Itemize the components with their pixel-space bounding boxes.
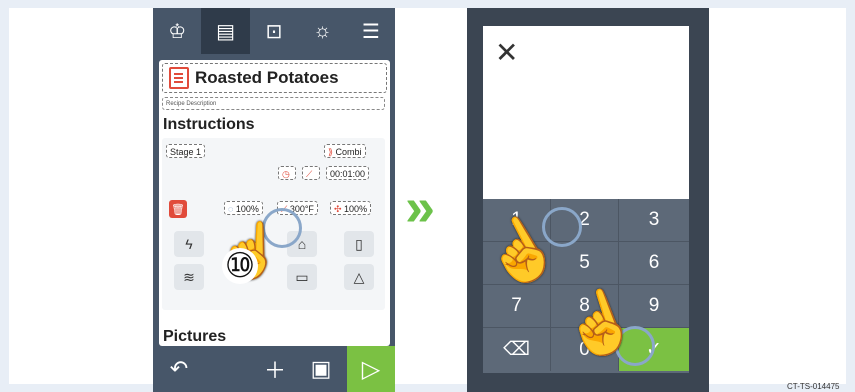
- combi-icon: ⟫: [328, 147, 336, 157]
- fan-button[interactable]: ✣ 100%: [330, 201, 372, 215]
- recipe-content: Roasted Potatoes Recipe Description Inst…: [159, 60, 390, 346]
- key-3[interactable]: 3: [619, 199, 689, 242]
- illustration-background: [9, 8, 846, 384]
- key-6[interactable]: 6: [619, 242, 689, 285]
- mode-combi-button[interactable]: ⟫ Combi: [324, 144, 366, 158]
- add-icon[interactable]: ＋: [257, 346, 293, 392]
- back-icon[interactable]: ↶: [161, 346, 197, 392]
- close-icon[interactable]: ✕: [495, 36, 518, 69]
- stage-label[interactable]: Stage 1: [166, 144, 206, 158]
- humidity-icon: ◌: [228, 204, 236, 214]
- recipe-doc-icon[interactable]: ▤: [201, 8, 250, 54]
- keypad-screen: ✕ 1 2 3 4 5 6 7 8 9 ⌫ 0 ✓ ☝ ☝: [467, 8, 709, 392]
- recipe-title-field[interactable]: Roasted Potatoes: [162, 63, 387, 93]
- save-icon[interactable]: ▣: [303, 346, 339, 392]
- top-navigation: ♔ ▤ ⊡ ☼ ☰: [153, 8, 395, 54]
- lock-icon[interactable]: ⊡: [250, 8, 298, 54]
- chef-hat-icon[interactable]: ♔: [153, 8, 201, 54]
- bottle-icon[interactable]: ▯: [344, 231, 374, 257]
- play-icon[interactable]: ▷: [347, 346, 395, 392]
- next-step-arrow-icon: »: [405, 177, 435, 237]
- stage-card: Stage 1 ⟫ Combi ◷ ⟋ 00:01:00 🗑 ◌ 100% ⟋ …: [162, 138, 385, 310]
- probe-icon[interactable]: ⟋: [302, 166, 320, 180]
- keypad-modal: ✕: [483, 26, 689, 199]
- humidity-button[interactable]: ◌ 100%: [224, 201, 263, 215]
- tray-icon[interactable]: ▭: [287, 264, 317, 290]
- instructions-heading: Instructions: [163, 116, 255, 133]
- timer-icon[interactable]: ◷: [278, 166, 296, 180]
- recipe-description-field[interactable]: Recipe Description: [162, 97, 385, 110]
- backspace-icon[interactable]: ⌫: [483, 328, 551, 371]
- stack-icon[interactable]: ≋: [174, 264, 204, 290]
- bottom-toolbar: ↶ ＋ ▣ ▷: [153, 346, 395, 392]
- fan-icon: ✣: [334, 204, 345, 214]
- pictures-heading: Pictures: [163, 328, 227, 345]
- brightness-icon[interactable]: ☼: [298, 8, 346, 54]
- tree-icon[interactable]: △: [344, 264, 374, 290]
- step-number: ⑩: [222, 248, 258, 284]
- menu-icon[interactable]: ☰: [347, 8, 395, 54]
- trash-icon[interactable]: 🗑: [169, 200, 187, 218]
- time-value[interactable]: 00:01:00: [326, 166, 370, 180]
- recipe-editor-screen: ♔ ▤ ⊡ ☼ ☰ Roasted Potatoes Recipe Descri…: [153, 8, 395, 392]
- recipe-doc-icon: [169, 67, 189, 89]
- recipe-title: Roasted Potatoes: [195, 68, 339, 87]
- document-code: CT-TS-014475: [787, 382, 840, 391]
- lightning-icon[interactable]: ϟ: [174, 231, 204, 257]
